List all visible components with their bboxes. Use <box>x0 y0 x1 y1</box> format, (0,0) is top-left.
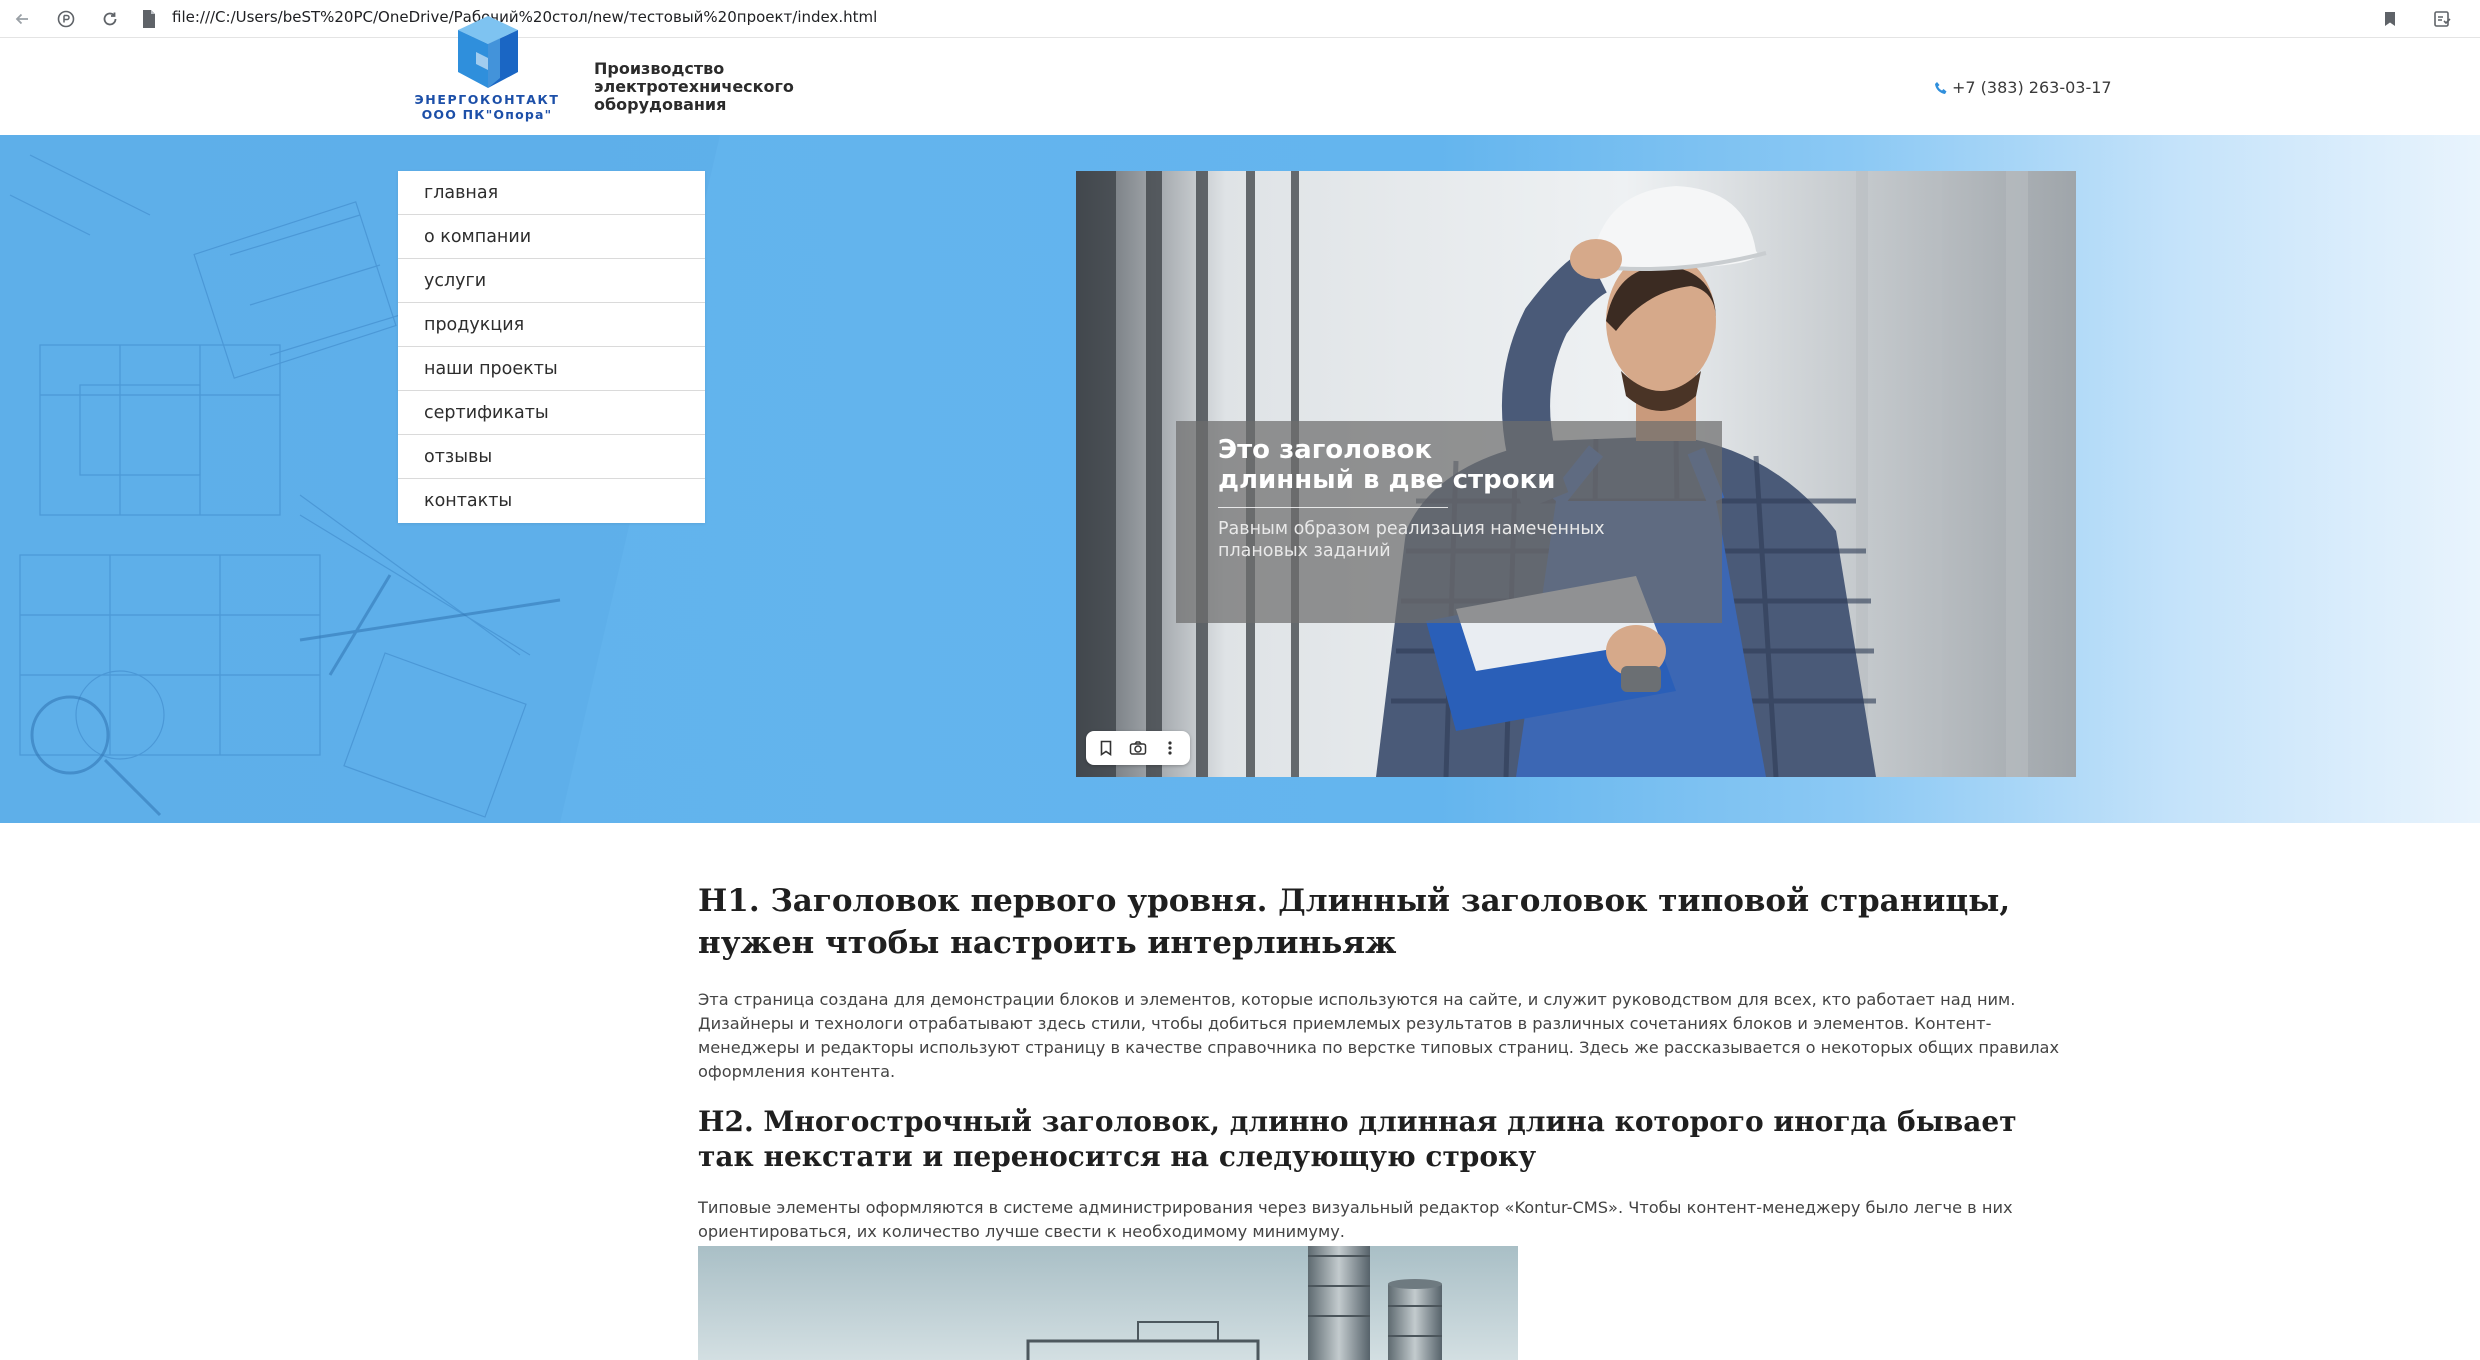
main-menu: главная о компании услуги продукция наши… <box>398 171 705 523</box>
image-toolbar <box>1086 731 1190 765</box>
menu-item-about[interactable]: о компании <box>398 215 705 259</box>
menu-item-services[interactable]: услуги <box>398 259 705 303</box>
menu-item-home[interactable]: главная <box>398 171 705 215</box>
browser-toolbar: file:///C:/Users/beST%20PC/OneDrive/Рабо… <box>0 0 2480 38</box>
bookmark-icon[interactable] <box>1090 734 1122 762</box>
slide-text: Равным образом реализация намеченных пла… <box>1218 519 1605 561</box>
more-vertical-icon[interactable] <box>1154 734 1186 762</box>
page-heading-h1: H1. Заголовок первого уровня. Длинный за… <box>698 883 2011 961</box>
menu-item-certificates[interactable]: сертификаты <box>398 391 705 435</box>
logo-name: ЭНЕРГОКОНТАКТ <box>414 92 560 107</box>
bookmark-icon[interactable] <box>2376 5 2404 33</box>
phone-number: +7 (383) 263-03-17 <box>1952 78 2112 97</box>
menu-item-contacts[interactable]: контакты <box>398 479 705 523</box>
menu-item-projects[interactable]: наши проекты <box>398 347 705 391</box>
header-tagline: Производство электротехнического оборудо… <box>594 59 794 114</box>
extension-icon[interactable] <box>52 5 80 33</box>
file-icon <box>143 10 155 28</box>
phone-icon <box>1935 81 1947 94</box>
hero-slide[interactable]: Это заголовок длинный в две строки Равны… <box>1076 171 2076 777</box>
intro-paragraph: Эта страница создана для демонстрации бл… <box>698 990 2060 1081</box>
camera-icon[interactable] <box>1122 734 1154 762</box>
company-logo[interactable] <box>408 8 568 90</box>
logo-subtitle: ООО ПК"Опора" <box>421 107 553 122</box>
menu-item-reviews[interactable]: отзывы <box>398 435 705 479</box>
reload-icon[interactable] <box>96 5 124 33</box>
slide-caption: Это заголовок длинный в две строки Равны… <box>1176 421 1722 623</box>
section-heading-h2: H2. Многострочный заголовок, длинно длин… <box>698 1105 2017 1173</box>
back-arrow-icon[interactable] <box>8 5 36 33</box>
industrial-chimneys-photo <box>698 1246 1518 1360</box>
menu-item-products[interactable]: продукция <box>398 303 705 347</box>
slide-title: Это заголовок длинный в две строки <box>1218 435 1556 495</box>
page-content: H1. Заголовок первого уровня. Длинный за… <box>698 880 2078 1244</box>
reading-list-icon[interactable] <box>2428 5 2456 33</box>
caption-divider <box>1218 507 1448 508</box>
section-paragraph: Типовые элементы оформляются в системе а… <box>698 1198 2013 1241</box>
header-phone[interactable]: +7 (383) 263-03-17 <box>1934 78 2112 97</box>
